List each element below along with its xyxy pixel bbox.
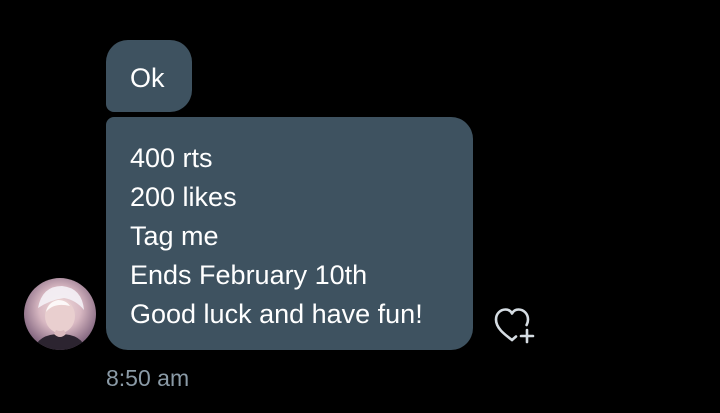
avatar-image	[34, 286, 86, 350]
message-line: 400 rts	[130, 143, 213, 173]
message-bubble[interactable]: 400 rts 200 likes Tag me Ends February 1…	[106, 117, 473, 350]
message-line: Good luck and have fun!	[130, 299, 423, 329]
message-bubble[interactable]: Ok	[106, 40, 192, 112]
message-timestamp: 8:50 am	[106, 365, 190, 391]
message-text: Ok	[130, 63, 165, 93]
sender-avatar[interactable]	[24, 278, 96, 350]
heart-plus-icon	[494, 308, 535, 344]
message-line: Tag me	[130, 221, 219, 251]
react-button[interactable]	[492, 305, 540, 349]
message-line: Ends February 10th	[130, 260, 368, 290]
message-line: 200 likes	[130, 182, 237, 212]
